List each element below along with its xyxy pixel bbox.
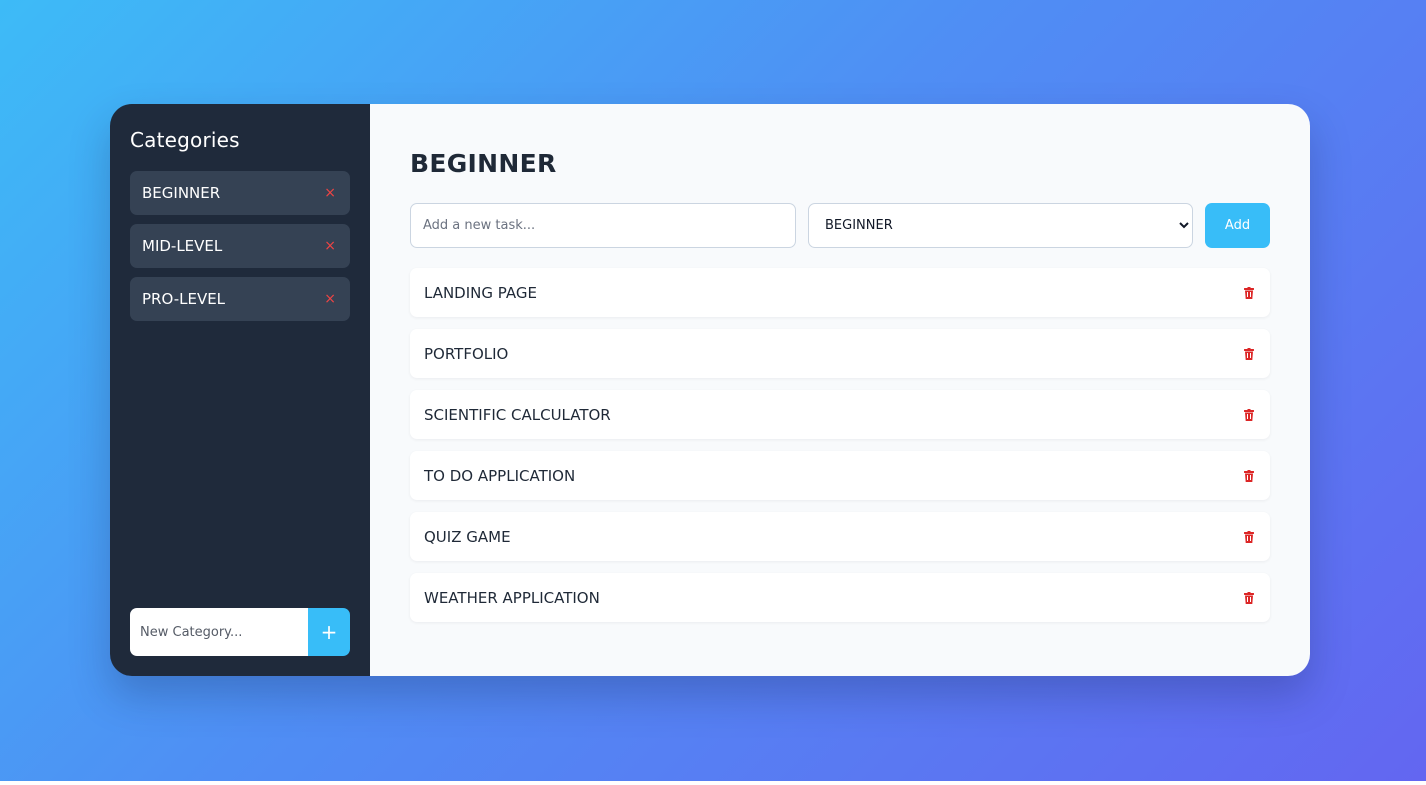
category-select[interactable]: BEGINNER <box>808 203 1193 248</box>
trash-icon[interactable] <box>1242 530 1256 544</box>
task-label: PORTFOLIO <box>424 344 509 363</box>
sidebar-item-beginner[interactable]: BEGINNER × <box>130 171 350 215</box>
new-category-form: + <box>130 608 350 656</box>
add-category-button[interactable]: + <box>308 608 350 656</box>
sidebar-item-pro-level[interactable]: PRO-LEVEL × <box>130 277 350 321</box>
sidebar-item-label: BEGINNER <box>142 184 221 202</box>
task-form: BEGINNER Add <box>410 203 1270 248</box>
list-item: PORTFOLIO <box>410 329 1270 378</box>
page-title: BEGINNER <box>410 149 557 178</box>
task-label: SCIENTIFIC CALCULATOR <box>424 405 611 424</box>
task-input[interactable] <box>410 203 796 248</box>
list-item: WEATHER APPLICATION <box>410 573 1270 622</box>
trash-icon[interactable] <box>1242 469 1256 483</box>
trash-icon[interactable] <box>1242 286 1256 300</box>
trash-icon[interactable] <box>1242 408 1256 422</box>
trash-icon[interactable] <box>1242 591 1256 605</box>
task-label: TO DO APPLICATION <box>424 466 576 485</box>
task-label: LANDING PAGE <box>424 283 537 302</box>
list-item: SCIENTIFIC CALCULATOR <box>410 390 1270 439</box>
close-icon[interactable]: × <box>324 238 338 254</box>
close-icon[interactable]: × <box>324 185 338 201</box>
sidebar-item-mid-level[interactable]: MID-LEVEL × <box>130 224 350 268</box>
sidebar-item-label: PRO-LEVEL <box>142 290 226 308</box>
sidebar: Categories BEGINNER × MID-LEVEL × PRO-LE… <box>110 104 370 676</box>
main-panel: BEGINNER BEGINNER Add LANDING PAGE PORTF… <box>370 104 1310 676</box>
app-window: Categories BEGINNER × MID-LEVEL × PRO-LE… <box>110 104 1310 676</box>
new-category-input[interactable] <box>130 608 308 656</box>
list-item: QUIZ GAME <box>410 512 1270 561</box>
sidebar-item-label: MID-LEVEL <box>142 237 223 255</box>
close-icon[interactable]: × <box>324 291 338 307</box>
list-item: TO DO APPLICATION <box>410 451 1270 500</box>
task-label: WEATHER APPLICATION <box>424 588 600 607</box>
trash-icon[interactable] <box>1242 347 1256 361</box>
list-item: LANDING PAGE <box>410 268 1270 317</box>
task-list: LANDING PAGE PORTFOLIO SCIENTIFIC CALCUL… <box>410 268 1270 622</box>
add-task-button[interactable]: Add <box>1205 203 1270 248</box>
task-label: QUIZ GAME <box>424 527 511 546</box>
sidebar-title: Categories <box>130 128 240 152</box>
